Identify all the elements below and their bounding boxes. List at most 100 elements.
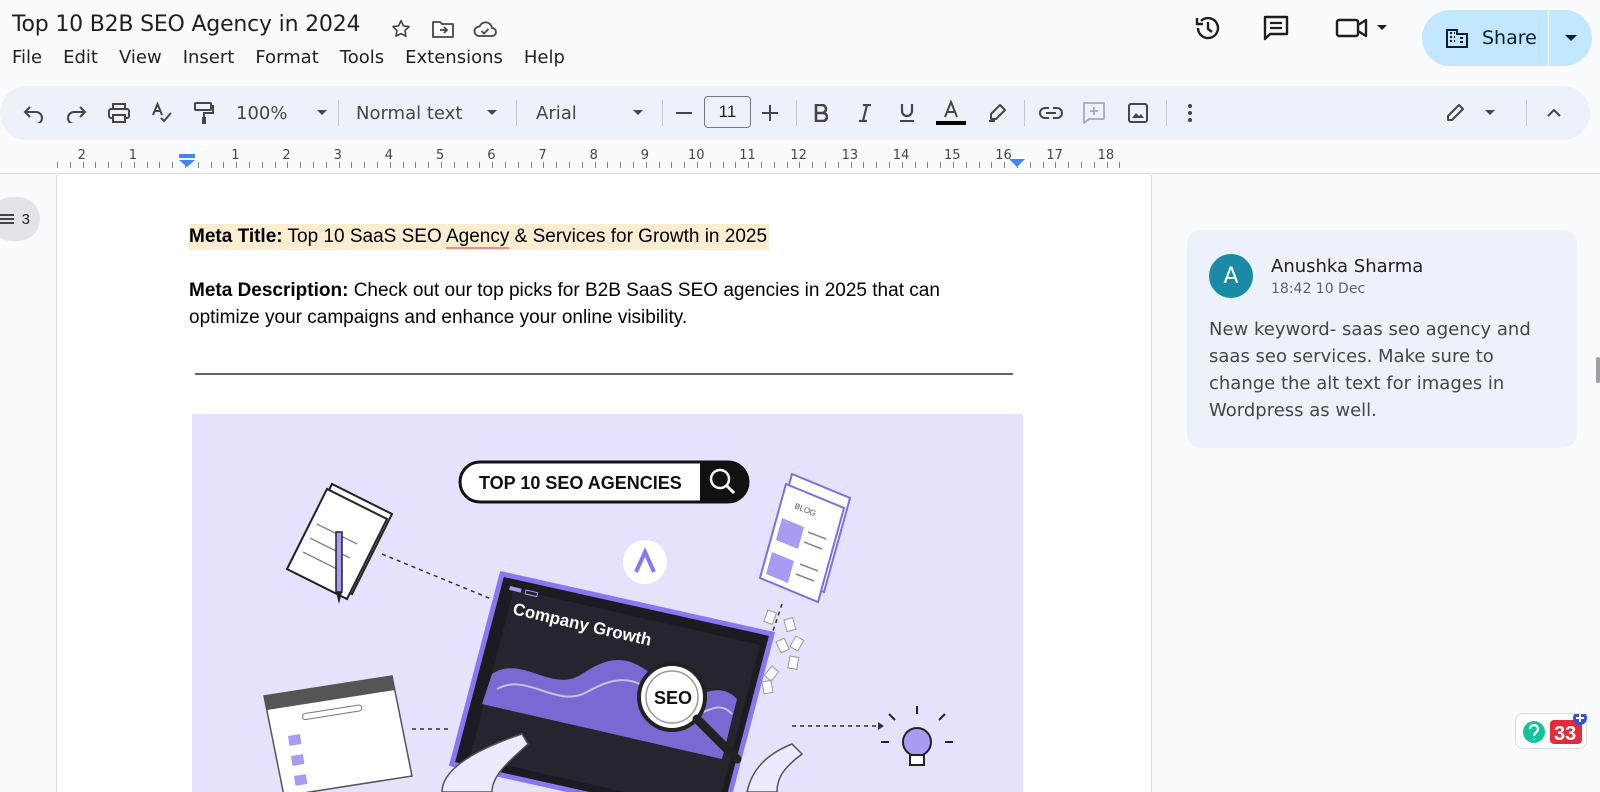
meta-description-label: Meta Description: xyxy=(189,280,349,301)
ruler-number: 7 xyxy=(538,148,547,163)
more-options-icon[interactable] xyxy=(1180,99,1200,127)
insert-link-icon[interactable] xyxy=(1036,99,1066,127)
avatar: A xyxy=(1209,254,1253,298)
ruler-tick xyxy=(799,162,800,168)
left-indent-marker-icon[interactable] xyxy=(177,154,197,168)
meta-title-text-b: & Services for Growth in 2025 xyxy=(509,226,768,247)
print-icon[interactable] xyxy=(104,99,134,127)
toolbar-divider xyxy=(1526,100,1527,126)
font-select[interactable]: Arial xyxy=(536,99,644,127)
ruler-tick xyxy=(991,162,992,168)
spelling-flagged-word[interactable]: Agency xyxy=(445,226,510,249)
ruler-tick xyxy=(211,162,212,168)
ruler-tick xyxy=(966,162,967,168)
hide-menus-chevron-up-icon[interactable] xyxy=(1540,99,1568,127)
toolbar-divider xyxy=(338,100,339,126)
spellcheck-icon[interactable] xyxy=(148,99,176,127)
menu-view[interactable]: View xyxy=(119,47,172,68)
comment-timestamp: 18:42 10 Dec xyxy=(1271,281,1366,297)
formatting-toolbar: 100% Normal text Arial 11 xyxy=(0,86,1590,140)
italic-icon[interactable] xyxy=(852,99,878,127)
move-folder-icon[interactable] xyxy=(428,14,458,44)
ruler-tick xyxy=(428,162,429,168)
paragraph-style-select[interactable]: Normal text xyxy=(356,99,498,127)
ruler-tick xyxy=(607,162,608,168)
zoom-select[interactable]: 100% xyxy=(236,99,328,127)
document-title[interactable]: Top 10 B2B SEO Agency in 2024 xyxy=(12,12,360,37)
horizontal-ruler[interactable]: 2 1 1 2 3 4 5 6 7 8 9 10 11 12 13 14 15 16 17 18 xyxy=(0,144,1600,174)
ruler-number: 1 xyxy=(128,148,138,163)
ruler-number: 9 xyxy=(640,148,650,163)
add-comment-icon[interactable] xyxy=(1080,99,1108,127)
text-color-icon[interactable] xyxy=(936,99,966,127)
ruler-tick xyxy=(659,162,660,168)
version-history-icon[interactable] xyxy=(1190,10,1226,46)
insert-image-icon[interactable] xyxy=(1124,99,1152,127)
ruler-tick xyxy=(1107,162,1108,168)
title-bar: Top 10 B2B SEO Agency in 2024 File Edit … xyxy=(0,0,1600,84)
menu-extensions[interactable]: Extensions xyxy=(405,47,513,68)
ruler-tick xyxy=(595,162,596,168)
menu-insert[interactable]: Insert xyxy=(183,47,245,68)
underline-icon[interactable] xyxy=(894,99,920,127)
menu-file[interactable]: File xyxy=(12,47,52,68)
title-actions xyxy=(386,14,500,44)
ruler-tick xyxy=(735,162,736,168)
ruler-tick xyxy=(723,162,724,168)
decrease-font-size-icon[interactable] xyxy=(672,99,696,127)
ruler-tick xyxy=(1081,162,1082,168)
star-icon[interactable] xyxy=(386,14,416,44)
menu-format[interactable]: Format xyxy=(255,47,328,68)
ruler-tick xyxy=(1030,162,1031,168)
paragraph-style-value: Normal text xyxy=(356,102,463,124)
font-size-input[interactable]: 11 xyxy=(704,96,751,128)
meet-video-icon[interactable] xyxy=(1334,10,1390,46)
menu-help[interactable]: Help xyxy=(524,47,575,68)
comment-card[interactable]: A Anushka Sharma 18:42 10 Dec New keywor… xyxy=(1187,230,1577,448)
toolbar-divider xyxy=(1024,100,1025,126)
ruler-number: 14 xyxy=(892,148,910,163)
menu-bar: File Edit View Insert Format Tools Exten… xyxy=(12,47,586,68)
grammar-extension-icon: 33 xyxy=(1523,711,1587,745)
ruler-tick xyxy=(710,162,711,168)
toolbar-divider xyxy=(1166,100,1167,126)
share-button[interactable]: Share xyxy=(1422,10,1548,66)
ruler-tick xyxy=(313,162,314,168)
document-outline-button[interactable]: 3 xyxy=(0,197,40,241)
paint-format-icon[interactable] xyxy=(190,99,218,127)
ruler-tick xyxy=(95,162,96,168)
right-indent-marker-icon[interactable] xyxy=(1008,158,1026,168)
editing-mode-select[interactable] xyxy=(1444,99,1496,127)
outline-list-icon xyxy=(0,214,14,224)
ruler-tick xyxy=(364,162,365,168)
menu-tools[interactable]: Tools xyxy=(340,47,394,68)
browser-window-icon xyxy=(263,675,413,792)
grammar-extension-badge[interactable]: 33 xyxy=(1515,711,1587,749)
ruler-tick xyxy=(326,162,327,168)
increase-font-size-icon[interactable] xyxy=(758,99,782,127)
redo-icon[interactable] xyxy=(62,99,90,127)
ruler-tick xyxy=(1055,162,1056,168)
caret-down-icon xyxy=(317,110,327,115)
vertical-scrollbar[interactable] xyxy=(1596,357,1600,383)
ruler-tick xyxy=(390,162,391,168)
bold-icon[interactable] xyxy=(808,99,834,127)
meta-title-label: Meta Title: xyxy=(189,226,283,247)
highlight-color-icon[interactable] xyxy=(984,99,1010,127)
comments-icon[interactable] xyxy=(1258,10,1294,46)
menu-edit[interactable]: Edit xyxy=(63,47,108,68)
ruler-tick xyxy=(467,162,468,168)
undo-icon[interactable] xyxy=(20,99,48,127)
seo-agencies-illustration-image[interactable]: TOP 10 SEO AGENCIES BLOG Company Growth … xyxy=(192,414,1023,792)
ruler-tick xyxy=(121,162,122,168)
pencil-icon xyxy=(1447,104,1464,121)
share-dropdown-button[interactable] xyxy=(1549,33,1592,43)
ruler-tick xyxy=(582,162,583,168)
ruler-tick xyxy=(697,162,698,168)
document-canvas: 3 Meta Title: Top 10 SaaS SEO Agency & S… xyxy=(0,175,1600,792)
ruler-tick xyxy=(403,162,404,168)
cloud-saved-icon[interactable] xyxy=(470,14,500,44)
toolbar-divider xyxy=(516,100,517,126)
horizontal-rule xyxy=(195,373,1013,375)
search-pill-label: TOP 10 SEO AGENCIES xyxy=(479,473,682,493)
